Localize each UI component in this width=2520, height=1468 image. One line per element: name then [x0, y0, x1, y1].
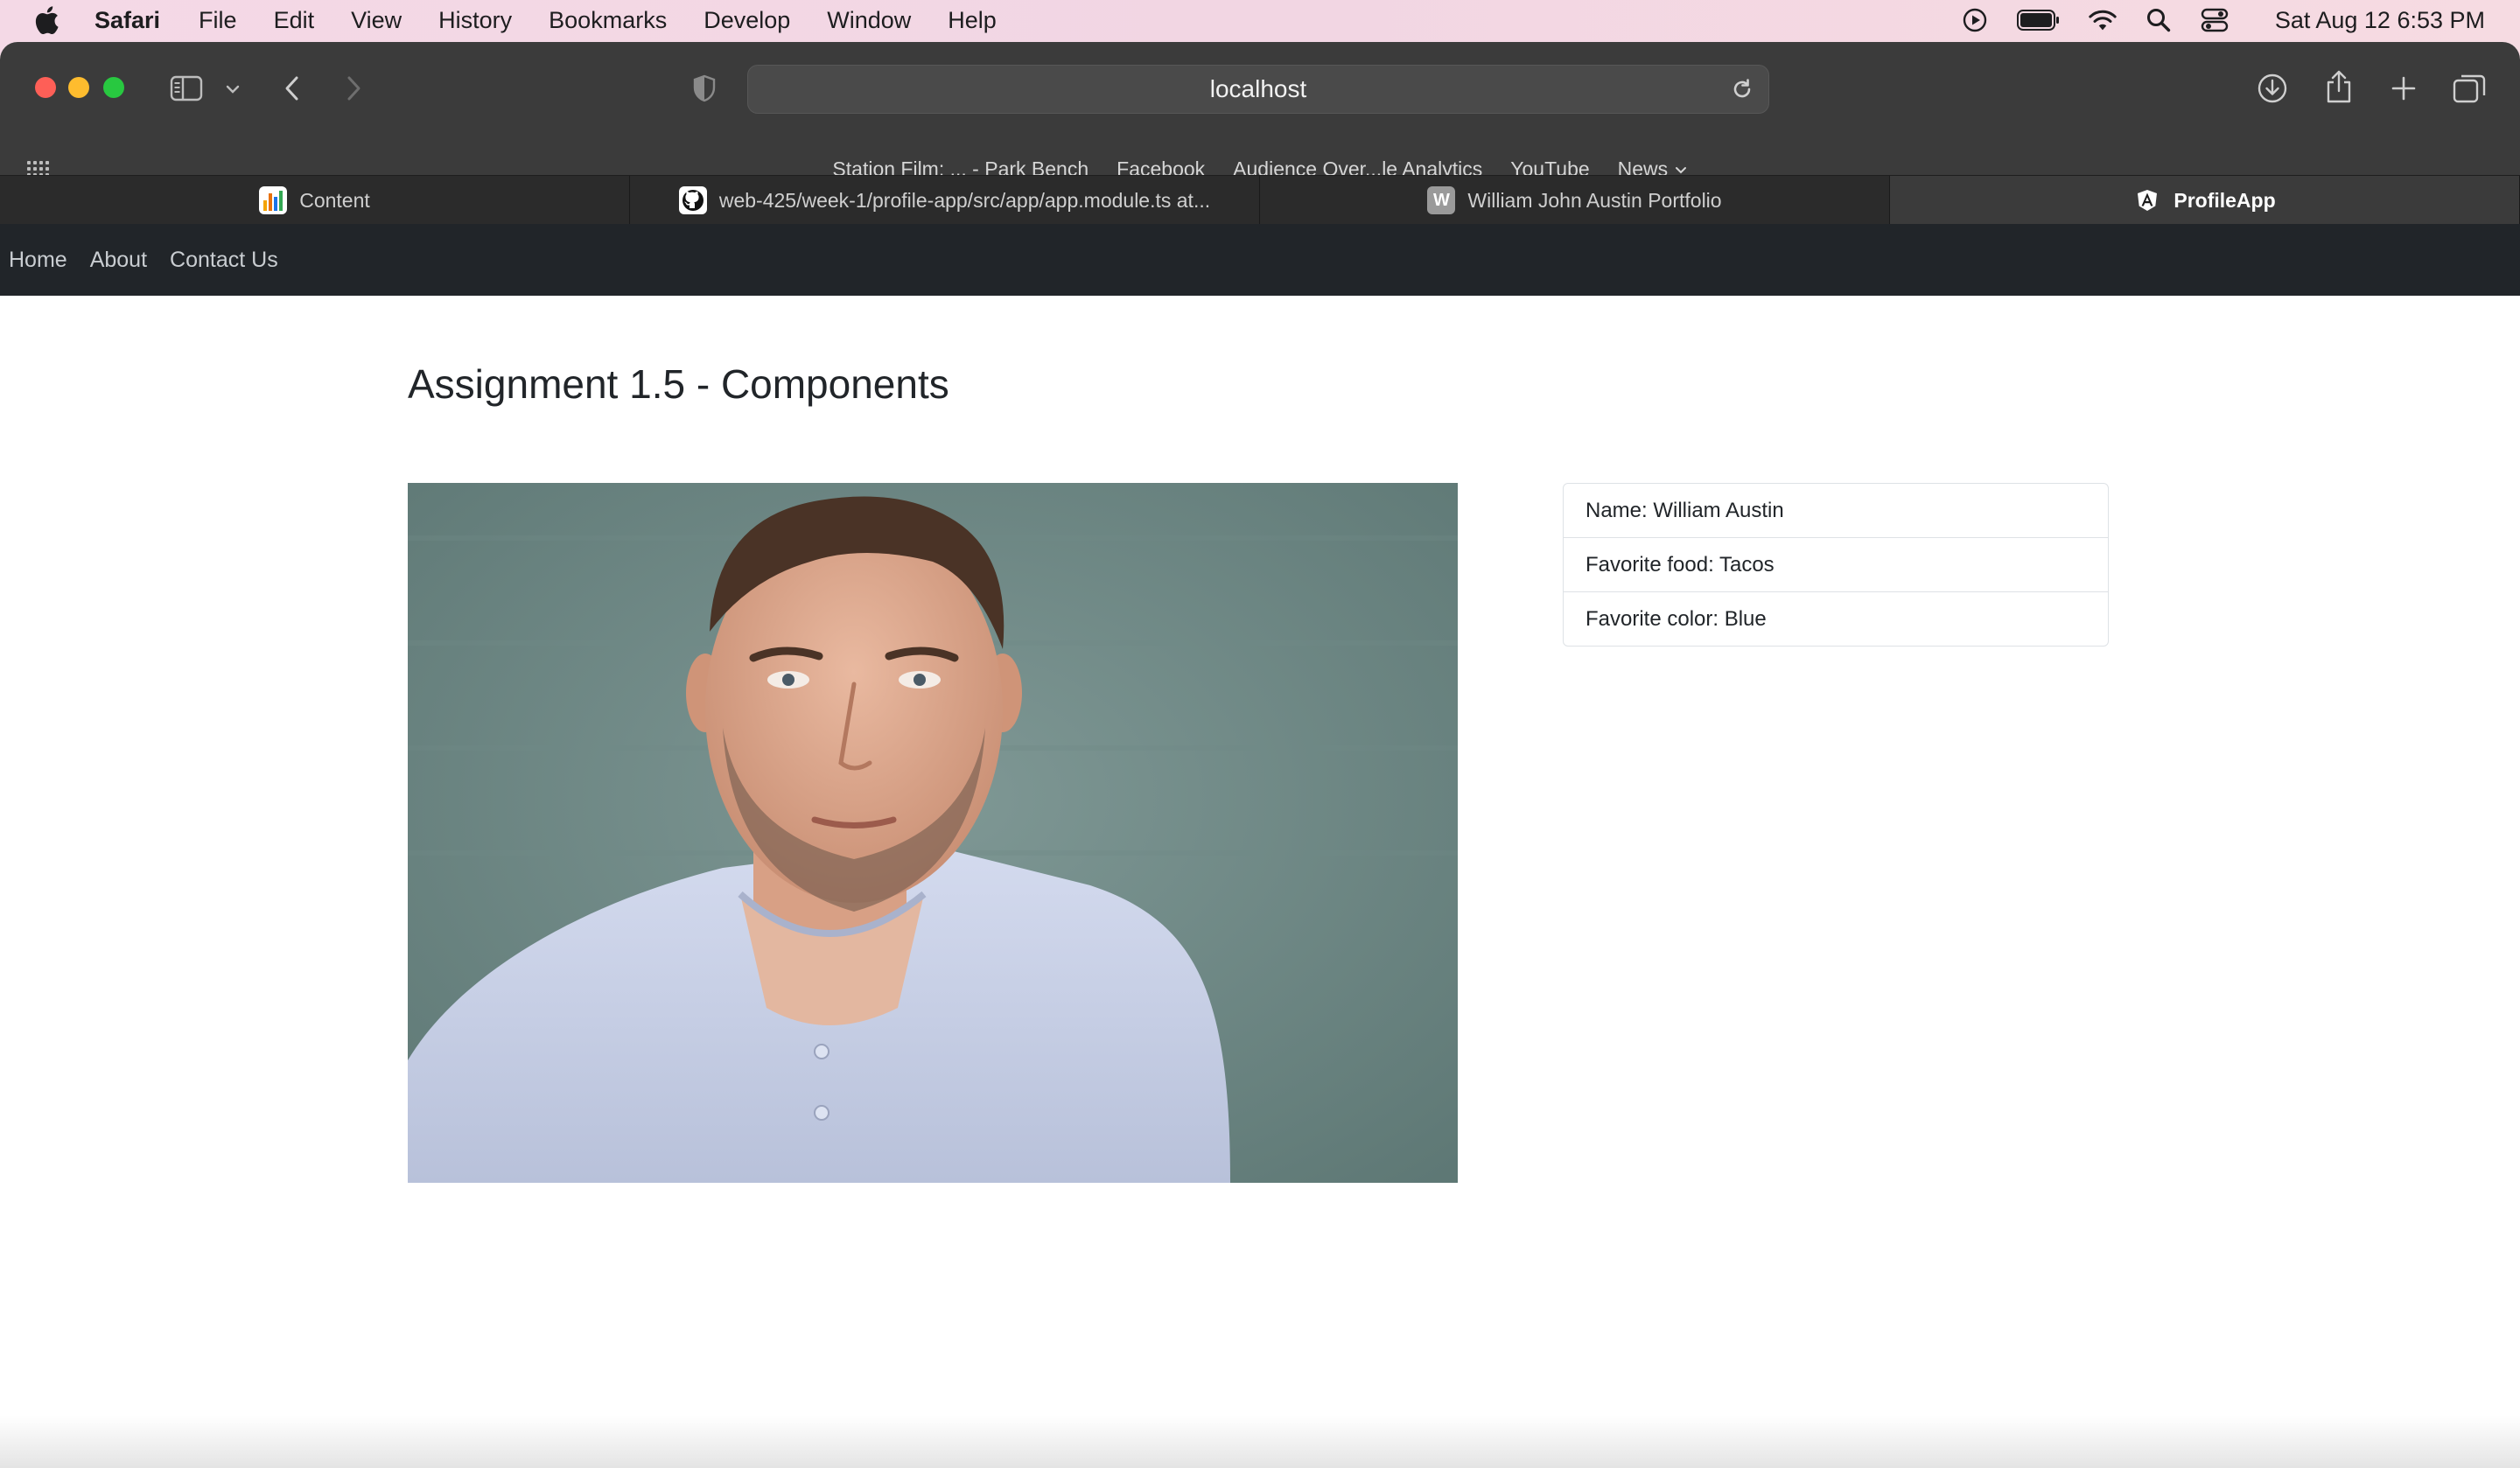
menu-window[interactable]: Window — [827, 7, 911, 34]
w-letter-icon: W — [1427, 186, 1456, 214]
apple-logo-icon[interactable] — [33, 5, 60, 35]
chevron-down-icon[interactable] — [222, 79, 243, 100]
tab-title: web-425/week-1/profile-app/src/app/app.m… — [718, 188, 1211, 212]
battery-icon[interactable] — [2016, 5, 2062, 35]
spotlight-search-icon[interactable] — [2144, 5, 2174, 35]
profile-photo — [408, 483, 1458, 1183]
sidebar-toggle-icon[interactable] — [168, 73, 205, 103]
back-arrow-icon[interactable] — [276, 72, 308, 105]
new-tab-plus-icon[interactable] — [2387, 72, 2420, 105]
menu-develop[interactable]: Develop — [704, 7, 790, 34]
menu-safari[interactable]: Safari — [94, 7, 160, 34]
tab-github[interactable]: web-425/week-1/profile-app/src/app/app.m… — [630, 176, 1260, 225]
bar-chart-icon — [259, 186, 288, 214]
tab-portfolio[interactable]: W William John Austin Portfolio — [1260, 176, 1890, 225]
now-playing-icon[interactable] — [1960, 5, 1990, 35]
menu-bookmarks[interactable]: Bookmarks — [549, 7, 667, 34]
github-icon — [678, 186, 707, 214]
site-navbar: Home About Contact Us — [0, 224, 2520, 296]
nav-about-link[interactable]: About — [90, 248, 147, 273]
tab-profileapp[interactable]: ProfileApp — [1890, 176, 2520, 225]
tab-overview-icon[interactable] — [2452, 72, 2487, 105]
favorite-food-item: Favorite food: Tacos — [1564, 538, 2108, 592]
nav-home-link[interactable]: Home — [9, 248, 67, 273]
favorite-color-item: Favorite color: Blue — [1586, 606, 1767, 631]
zoom-window-button[interactable] — [103, 77, 124, 98]
address-text: localhost — [1209, 75, 1307, 102]
menubar-clock[interactable]: Sat Aug 12 6:53 PM — [2275, 7, 2485, 34]
minimize-window-button[interactable] — [68, 77, 89, 98]
menu-view[interactable]: View — [351, 7, 402, 34]
profile-name-item: Name: William Austin — [1564, 484, 2108, 538]
menu-help[interactable]: Help — [948, 7, 997, 34]
page-title: Assignment 1.5 - Components — [408, 361, 949, 407]
chevron-down-icon — [1675, 166, 1686, 173]
status-area: Sat Aug 12 6:53 PM — [1960, 0, 2485, 40]
control-center-icon[interactable] — [2200, 5, 2230, 35]
address-bar[interactable]: localhost — [747, 65, 1769, 114]
tab-title: Content — [299, 188, 370, 212]
tab-title: ProfileApp — [2174, 188, 2276, 212]
tab-bar: Content web-425/week-1/profile-app/src/a… — [0, 175, 2520, 225]
nav-contact-link[interactable]: Contact Us — [170, 248, 278, 273]
macos-menu-bar: Safari File Edit View History Bookmarks … — [0, 0, 2520, 40]
menu-edit[interactable]: Edit — [274, 7, 315, 34]
menu-file[interactable]: File — [199, 7, 237, 34]
angular-icon — [2133, 186, 2161, 214]
reload-icon[interactable] — [1730, 77, 1754, 108]
window-bottom-shadow — [0, 1416, 2520, 1468]
privacy-shield-icon[interactable] — [690, 73, 719, 103]
forward-arrow-icon[interactable] — [338, 72, 369, 105]
downloads-icon[interactable] — [2256, 72, 2289, 105]
profile-info-list: Name: William Austin Favorite food: Taco… — [1563, 483, 2109, 647]
share-icon[interactable] — [2322, 68, 2356, 105]
wifi-icon[interactable] — [2088, 5, 2118, 35]
tab-title: William John Austin Portfolio — [1467, 188, 1722, 212]
menu-history[interactable]: History — [438, 7, 512, 34]
safari-window: localhost Station Film: ... - Park Bench — [0, 42, 2520, 1468]
close-window-button[interactable] — [35, 77, 56, 98]
tab-content[interactable]: Content — [0, 176, 630, 225]
